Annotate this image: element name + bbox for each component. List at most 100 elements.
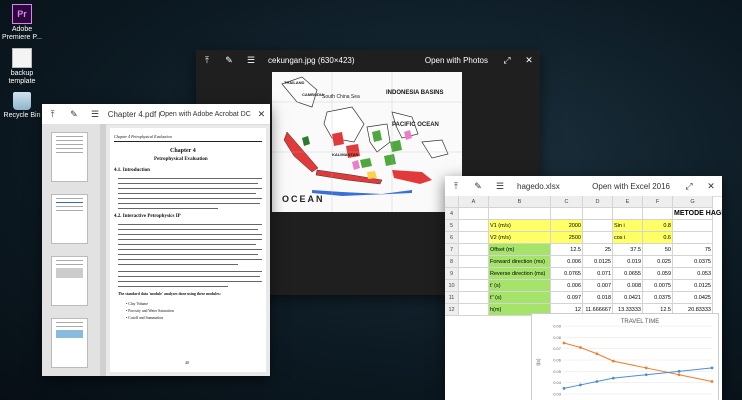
table-row: 8 Forward direction (ms) 0.006 0.0125 0.019 0…: [445, 256, 713, 268]
table-cell[interactable]: [643, 208, 673, 220]
table-cell[interactable]: [673, 232, 713, 244]
table-cell[interactable]: [459, 256, 489, 268]
table-cell[interactable]: Sin i: [613, 220, 643, 232]
pin-top-icon[interactable]: ⤒: [200, 55, 214, 66]
y-tick-label: 0.06: [553, 358, 562, 363]
desktop-icon-recycle-bin[interactable]: Recycle Bin: [0, 92, 44, 120]
table-cell[interactable]: [551, 208, 583, 220]
table-cell[interactable]: [583, 220, 613, 232]
table-cell[interactable]: 0.6: [643, 232, 673, 244]
table-cell[interactable]: 37.5: [613, 244, 643, 256]
table-cell[interactable]: [459, 244, 489, 256]
table-cell[interactable]: V2 (m/s): [489, 232, 551, 244]
thumbnail-page[interactable]: [51, 318, 88, 368]
table-cell[interactable]: 75: [673, 244, 713, 256]
desktop-icon-premiere[interactable]: Pr Adobe Premiere P...: [0, 4, 44, 42]
table-cell[interactable]: 0.007: [583, 280, 613, 292]
file-icon: [12, 48, 32, 68]
y-tick-label: 0.07: [553, 346, 562, 351]
table-cell[interactable]: [459, 292, 489, 304]
thumbnail-page[interactable]: [51, 194, 88, 244]
pin-icon[interactable]: ✎: [222, 55, 236, 66]
thumbnail-page[interactable]: [51, 132, 88, 182]
excel-preview-window[interactable]: ⤒ ✎ ☰ hagedo.xlsx Open with Excel 2016 ⤢…: [445, 176, 722, 400]
doc-bullet: • Cutoff and Summation: [126, 316, 164, 320]
table-cell[interactable]: Offset (m): [489, 244, 551, 256]
menu-icon[interactable]: ☰: [88, 109, 101, 120]
photos-titlebar: ⤒ ✎ ☰ cekungan.jpg (630×423) Open with P…: [196, 50, 540, 70]
table-row: 11 t'' (s) 0.097 0.018 0.0421 0.0375 0.0425: [445, 292, 713, 304]
table-cell[interactable]: 0.097: [551, 292, 583, 304]
table-cell[interactable]: [613, 208, 643, 220]
table-cell[interactable]: 2000: [551, 220, 583, 232]
pin-icon[interactable]: ✎: [471, 181, 485, 192]
table-cell[interactable]: V1 (m/s): [489, 220, 551, 232]
table-cell[interactable]: Forward direction (ms): [489, 256, 551, 268]
thumbnail-page[interactable]: [51, 256, 88, 306]
expand-icon[interactable]: ⤢: [682, 181, 696, 192]
table-cell[interactable]: 0.0375: [673, 256, 713, 268]
table-cell[interactable]: t' (s): [489, 280, 551, 292]
table-cell[interactable]: 0.0125: [583, 256, 613, 268]
table-cell[interactable]: [489, 208, 551, 220]
close-icon[interactable]: ✕: [704, 181, 718, 192]
table-cell[interactable]: [583, 208, 613, 220]
pin-top-icon[interactable]: ⤒: [449, 181, 463, 192]
close-icon[interactable]: ✕: [522, 55, 536, 66]
table-cell[interactable]: 2500: [551, 232, 583, 244]
table-cell[interactable]: 0.0655: [613, 268, 643, 280]
table-cell[interactable]: 0.059: [643, 268, 673, 280]
pin-icon[interactable]: ✎: [67, 109, 80, 120]
table-cell[interactable]: 0.053: [673, 268, 713, 280]
open-with-acrobat-button[interactable]: Open with Adobe Acrobat DC: [160, 111, 251, 118]
table-cell[interactable]: 0.006: [551, 256, 583, 268]
data-point: [611, 376, 615, 380]
menu-icon[interactable]: ☰: [493, 181, 507, 192]
table-cell[interactable]: 25: [583, 244, 613, 256]
table-cell[interactable]: 0.071: [583, 268, 613, 280]
table-cell[interactable]: Reverse direction (ms): [489, 268, 551, 280]
open-with-excel-button[interactable]: Open with Excel 2016: [592, 182, 670, 191]
page-thumbnails[interactable]: [42, 124, 100, 376]
y-tick-label: 0.03: [553, 392, 562, 397]
table-cell[interactable]: [459, 208, 489, 220]
acrobat-preview-window[interactable]: ⤒ ✎ ☰ Chapter 4.pdf (1 / ... Open with A…: [42, 104, 270, 376]
table-row: 7 Offset (m) 12.5 25 37.5 50 75: [445, 244, 713, 256]
desktop-icon-backup-template[interactable]: backup template: [0, 48, 44, 86]
table-cell[interactable]: 0.8: [643, 220, 673, 232]
close-icon[interactable]: ✕: [255, 109, 268, 120]
map-label-pacific: PACIFIC OCEAN: [392, 122, 439, 128]
table-cell[interactable]: 0.018: [583, 292, 613, 304]
table-cell[interactable]: [583, 232, 613, 244]
pin-top-icon[interactable]: ⤒: [46, 109, 59, 120]
table-cell[interactable]: [459, 280, 489, 292]
pdf-page: Chapter 4 Petrophysical Evaluation Chapt…: [110, 128, 266, 372]
table-cell[interactable]: t'' (s): [489, 292, 551, 304]
thumbnail-scrollbar[interactable]: [100, 124, 106, 376]
table-cell[interactable]: 50: [643, 244, 673, 256]
table-cell[interactable]: [459, 304, 489, 316]
expand-icon[interactable]: ⤢: [500, 55, 514, 66]
table-cell[interactable]: 0.0125: [673, 280, 713, 292]
table-cell[interactable]: [459, 220, 489, 232]
table-cell[interactable]: 12.5: [551, 244, 583, 256]
table-cell[interactable]: 0.008: [613, 280, 643, 292]
travel-time-chart[interactable]: TRAVEL TIME 0.09 0.08 0.07 0.06 0.05 0.04 0.03 t…: [531, 313, 719, 400]
table-cell[interactable]: [673, 220, 713, 232]
table-cell[interactable]: 0.0425: [673, 292, 713, 304]
table-cell[interactable]: 0.0765: [551, 268, 583, 280]
table-cell[interactable]: 0.019: [613, 256, 643, 268]
table-cell[interactable]: 0.006: [551, 280, 583, 292]
table-cell[interactable]: 0.0375: [643, 292, 673, 304]
table-cell[interactable]: [459, 232, 489, 244]
menu-icon[interactable]: ☰: [244, 55, 258, 66]
excel-titlebar: ⤒ ✎ ☰ hagedo.xlsx Open with Excel 2016 ⤢…: [445, 176, 722, 197]
chart-title: TRAVEL TIME: [621, 319, 660, 325]
table-cell[interactable]: 0.025: [643, 256, 673, 268]
table-cell[interactable]: 0.0075: [643, 280, 673, 292]
table-cell[interactable]: METODE HAGEDOOR: [673, 208, 722, 220]
table-cell[interactable]: cos i: [613, 232, 643, 244]
table-cell[interactable]: [459, 268, 489, 280]
table-cell[interactable]: 0.0421: [613, 292, 643, 304]
open-with-photos-button[interactable]: Open with Photos: [425, 56, 488, 65]
